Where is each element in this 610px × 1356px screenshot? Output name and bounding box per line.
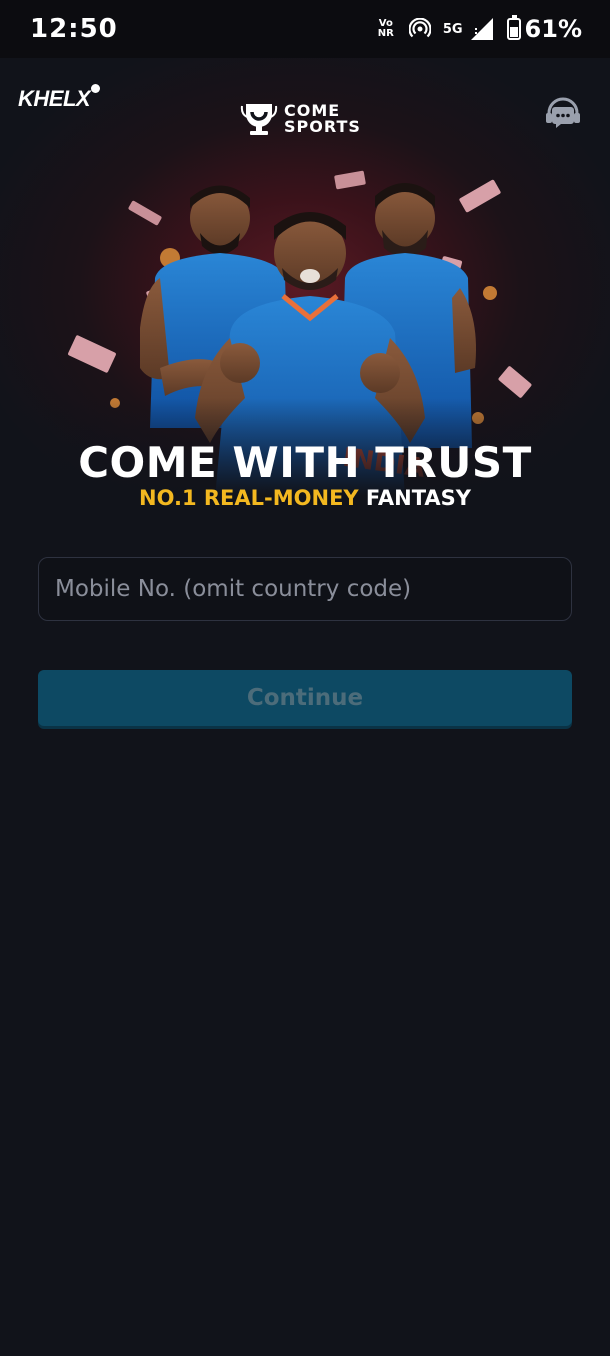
volte-icon: Vo NR — [377, 18, 394, 39]
network-type: 5G — [442, 21, 463, 37]
signal-icon — [470, 18, 493, 40]
battery-percent: 61% — [524, 15, 582, 43]
tagline-rest: FANTASY — [358, 486, 471, 510]
hero-tagline: NO.1 REAL-MONEY FANTASY — [0, 486, 610, 510]
status-bar: 12:50 Vo NR 5G 61% — [0, 0, 610, 58]
customer-support-icon[interactable] — [544, 96, 582, 134]
hotspot-icon — [408, 18, 431, 38]
hero-banner: KHELX COME SPORTS COME WITH TRUST NO.1 R… — [0, 58, 610, 528]
status-icons: Vo NR 5G 61% — [375, 15, 582, 43]
come-sports-logo: COME SPORTS — [240, 100, 361, 138]
hero-headline: COME WITH TRUST — [78, 438, 532, 487]
khelx-logo[interactable]: KHELX — [18, 84, 101, 112]
trophy-icon — [240, 104, 278, 135]
battery-icon — [506, 15, 521, 40]
continue-button[interactable]: Continue — [38, 670, 572, 726]
status-time: 12:50 — [30, 14, 118, 44]
mobile-number-input[interactable] — [38, 557, 572, 621]
tagline-highlight: NO.1 REAL-MONEY — [139, 486, 359, 510]
